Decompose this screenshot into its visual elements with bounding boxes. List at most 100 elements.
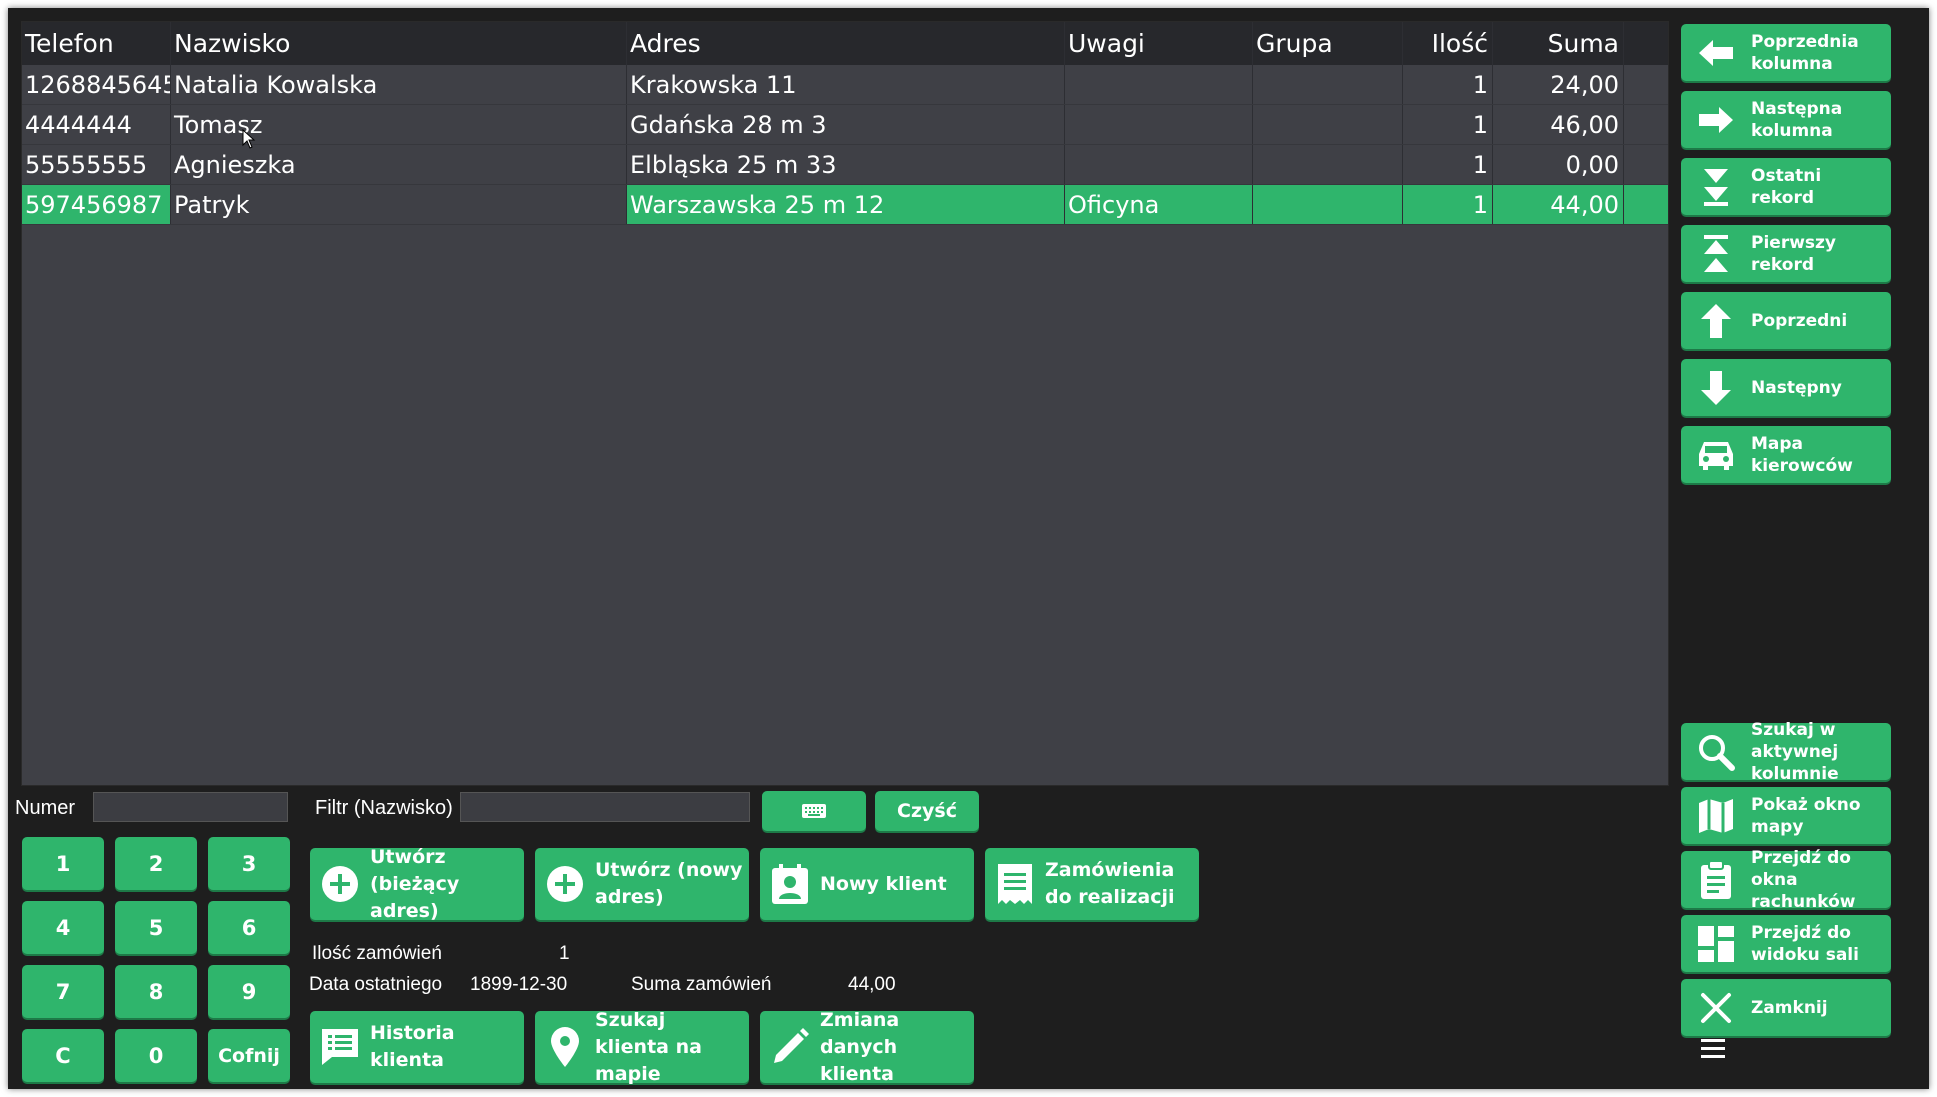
keypad-8[interactable]: 8	[115, 965, 197, 1018]
column-header-telefon[interactable]: Telefon	[22, 22, 171, 65]
keyboard-button[interactable]	[762, 791, 866, 831]
first-record-button[interactable]: Pierwszy rekord	[1681, 225, 1891, 282]
clipboard-icon	[1681, 851, 1751, 908]
orders-to-fulfill-label: Zamówienia do realizacji	[1045, 859, 1175, 908]
cell-ilosc: 1	[1403, 145, 1493, 184]
column-header-grupa[interactable]: Grupa	[1253, 22, 1403, 65]
cell-adres: Warszawska 25 m 12	[627, 185, 1065, 224]
search-active-column-button[interactable]: Szukaj w aktywnej kolumnie	[1681, 720, 1891, 784]
cell-nazwisko: Agnieszka	[171, 145, 627, 184]
search-client-on-map-button[interactable]: Szukaj klienta na mapie	[535, 1009, 749, 1085]
edit-client-label: Zmiana danych klienta	[820, 1008, 900, 1085]
last-record-button[interactable]: Ostatni rekord	[1681, 158, 1891, 215]
table-row[interactable]: 12688456455 Natalia Kowalska Krakowska 1…	[22, 65, 1668, 105]
create-new-address-button[interactable]: Utwórz (nowy adres)	[535, 848, 749, 920]
keypad-4[interactable]: 4	[22, 901, 104, 954]
go-to-room-view-button[interactable]: Przejdź do widoku sali	[1681, 915, 1891, 972]
keypad-1[interactable]: 1	[22, 837, 104, 890]
client-history-button[interactable]: Historia klienta	[310, 1011, 524, 1083]
column-header-ilosc[interactable]: Ilość	[1403, 22, 1493, 65]
cell-grupa	[1253, 65, 1403, 104]
cell-ilosc: 1	[1403, 185, 1493, 224]
new-client-button[interactable]: Nowy klient	[760, 848, 974, 920]
cell-grupa	[1253, 105, 1403, 144]
clear-button[interactable]: Czyść	[875, 791, 979, 831]
plus-circle-icon	[535, 848, 595, 920]
arrow-right-icon	[1681, 91, 1751, 148]
next-column-button[interactable]: Następna kolumna	[1681, 91, 1891, 148]
keypad-9[interactable]: 9	[208, 965, 290, 1018]
filter-input[interactable]	[460, 792, 750, 822]
cell-suma: 24,00	[1493, 65, 1624, 104]
history-list-icon	[310, 1011, 370, 1083]
drivers-map-button[interactable]: Mapa kierowców	[1681, 426, 1891, 483]
arrow-down-icon	[1681, 359, 1751, 416]
cell-suma: 0,00	[1493, 145, 1624, 184]
keypad-7[interactable]: 7	[22, 965, 104, 1018]
previous-button[interactable]: Poprzedni	[1681, 292, 1891, 349]
cell-extra	[1624, 105, 1668, 144]
column-header-nazwisko[interactable]: Nazwisko	[171, 22, 627, 65]
grid-header: Telefon Nazwisko Adres Uwagi Grupa Ilość…	[22, 22, 1668, 65]
create-current-address-label: Utwórz (bieżący adres)	[370, 845, 460, 922]
filter-label: Filtr (Nazwisko)	[315, 797, 453, 819]
create-new-address-label: Utwórz (nowy adres)	[595, 859, 743, 908]
number-input[interactable]	[93, 792, 288, 822]
close-icon	[1681, 979, 1751, 1036]
side-panel: Poprzednia kolumna Następna kolumna Osta…	[1678, 21, 1928, 1092]
column-header-uwagi[interactable]: Uwagi	[1065, 22, 1253, 65]
double-chevron-up-icon	[1681, 225, 1751, 282]
show-map-window-button[interactable]: Pokaż okno mapy	[1681, 787, 1891, 844]
cell-ilosc: 1	[1403, 65, 1493, 104]
go-to-room-view-label: Przejdź do widoku sali	[1751, 922, 1859, 965]
previous-column-label: Poprzednia kolumna	[1751, 31, 1859, 74]
cell-nazwisko: Patryk	[171, 185, 627, 224]
close-button[interactable]: Zamknij	[1681, 979, 1891, 1036]
cell-extra	[1624, 185, 1668, 224]
column-header-suma[interactable]: Suma	[1493, 22, 1624, 65]
next-button[interactable]: Następny	[1681, 359, 1891, 416]
plus-circle-icon	[310, 848, 370, 920]
keypad-5[interactable]: 5	[115, 901, 197, 954]
table-row-selected[interactable]: 597456987 Patryk Warszawska 25 m 12 Ofic…	[22, 185, 1668, 225]
keypad-0[interactable]: 0	[115, 1029, 197, 1082]
edit-client-button[interactable]: Zmiana danych klienta	[760, 1009, 974, 1085]
orders-count-label: Ilość zamówień	[312, 943, 442, 964]
cell-ilosc: 1	[1403, 105, 1493, 144]
column-header-extra	[1624, 22, 1668, 65]
dashboard-icon	[1681, 915, 1751, 972]
go-to-bills-button[interactable]: Przejdź do okna rachunków	[1681, 848, 1891, 912]
receipt-icon	[985, 848, 1045, 920]
cell-telefon: 597456987	[22, 185, 171, 224]
search-active-column-label: Szukaj w aktywnej kolumnie	[1751, 719, 1839, 784]
search-icon	[1681, 723, 1751, 780]
keypad-clear[interactable]: C	[22, 1029, 104, 1082]
menu-icon[interactable]	[1701, 1039, 1725, 1063]
last-record-label: Ostatni rekord	[1751, 165, 1822, 208]
go-to-bills-label: Przejdź do okna rachunków	[1751, 847, 1856, 912]
keyboard-icon	[802, 804, 826, 818]
previous-column-button[interactable]: Poprzednia kolumna	[1681, 24, 1891, 81]
keypad-2[interactable]: 2	[115, 837, 197, 890]
cell-uwagi	[1065, 105, 1253, 144]
previous-label: Poprzedni	[1751, 310, 1848, 331]
cell-grupa	[1253, 145, 1403, 184]
keypad-3[interactable]: 3	[208, 837, 290, 890]
cell-grupa	[1253, 185, 1403, 224]
cell-uwagi	[1065, 145, 1253, 184]
cell-telefon: 4444444	[22, 105, 171, 144]
clients-grid[interactable]: Telefon Nazwisko Adres Uwagi Grupa Ilość…	[21, 21, 1669, 786]
double-chevron-down-icon	[1681, 158, 1751, 215]
client-history-label: Historia klienta	[370, 1022, 455, 1071]
orders-to-fulfill-button[interactable]: Zamówienia do realizacji	[985, 848, 1199, 920]
table-row[interactable]: 4444444 Tomasz Gdańska 28 m 3 1 46,00	[22, 105, 1668, 145]
keypad-backspace[interactable]: Cofnij	[208, 1029, 290, 1082]
last-order-date-value: 1899-12-30	[470, 974, 568, 995]
keypad-6[interactable]: 6	[208, 901, 290, 954]
new-client-label: Nowy klient	[820, 872, 947, 895]
table-row[interactable]: 55555555 Agnieszka Elbląska 25 m 33 1 0,…	[22, 145, 1668, 185]
cell-telefon: 55555555	[22, 145, 171, 184]
cell-adres: Elbląska 25 m 33	[627, 145, 1065, 184]
column-header-adres[interactable]: Adres	[627, 22, 1065, 65]
create-current-address-button[interactable]: Utwórz (bieżący adres)	[310, 846, 524, 922]
